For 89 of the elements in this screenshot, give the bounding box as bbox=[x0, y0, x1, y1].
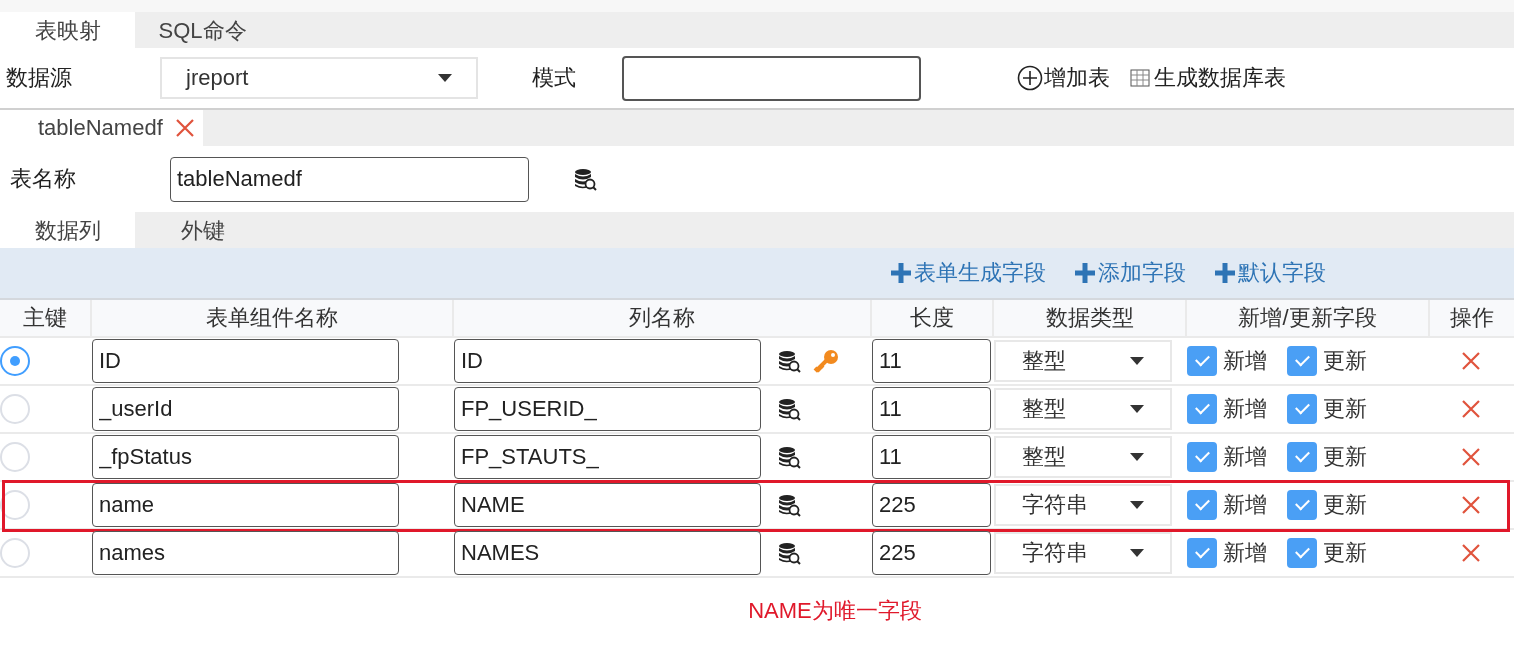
database-search-icon[interactable] bbox=[777, 349, 801, 373]
checkbox[interactable] bbox=[1287, 346, 1317, 376]
column-header: 表单组件名称 bbox=[90, 300, 452, 336]
checkbox[interactable] bbox=[1287, 490, 1317, 520]
field-label: 数据源 bbox=[5, 64, 73, 92]
table-name-field[interactable]: tableNamedf bbox=[170, 156, 529, 202]
column-name-field[interactable]: FP_STAUTS_ bbox=[454, 435, 761, 479]
caret-icon bbox=[1130, 453, 1144, 461]
caret-icon bbox=[438, 74, 452, 82]
delete-icon[interactable] bbox=[1461, 543, 1481, 563]
column-header: 操作 bbox=[1428, 300, 1514, 336]
caret-icon bbox=[1130, 549, 1144, 557]
checkbox[interactable] bbox=[1187, 538, 1217, 568]
plus-icon bbox=[1214, 262, 1236, 284]
plus-icon bbox=[890, 262, 912, 284]
close-icon[interactable] bbox=[174, 118, 195, 138]
checkbox[interactable] bbox=[1187, 442, 1217, 472]
form-name-field[interactable]: _userId bbox=[92, 387, 399, 431]
database-search-icon[interactable] bbox=[777, 541, 801, 565]
tab[interactable]: 表映射 bbox=[0, 12, 135, 48]
checkbox-label[interactable]: 新增 bbox=[1223, 442, 1267, 472]
checkbox-label[interactable]: 新增 bbox=[1223, 394, 1267, 424]
column-name-field[interactable]: NAME bbox=[454, 483, 761, 527]
length-field[interactable]: 11 bbox=[872, 387, 991, 431]
column-name-field[interactable]: NAMES bbox=[454, 531, 761, 575]
add-field-button[interactable]: 默认字段 bbox=[1214, 258, 1326, 288]
form-name-field[interactable]: name bbox=[92, 483, 399, 527]
type-dropdown[interactable]: 整型 bbox=[994, 436, 1172, 478]
delete-icon[interactable] bbox=[1461, 447, 1481, 467]
length-field[interactable]: 11 bbox=[872, 435, 991, 479]
field-label: 表名称 bbox=[9, 165, 77, 193]
checkbox-label[interactable]: 新增 bbox=[1223, 538, 1267, 568]
tab-label[interactable]: tableNamedf bbox=[38, 115, 163, 141]
checkbox-label[interactable]: 新增 bbox=[1223, 490, 1267, 520]
checkbox[interactable] bbox=[1287, 442, 1317, 472]
checkbox-label[interactable]: 更新 bbox=[1323, 346, 1367, 376]
tab[interactable]: SQL命令 bbox=[135, 12, 270, 48]
length-field[interactable]: 225 bbox=[872, 483, 991, 527]
database-search-icon[interactable] bbox=[777, 445, 801, 469]
mode-field[interactable] bbox=[622, 55, 921, 101]
type-dropdown[interactable]: 整型 bbox=[994, 388, 1172, 430]
column-header: 长度 bbox=[870, 300, 992, 336]
caret-icon bbox=[1130, 357, 1144, 365]
checkbox[interactable] bbox=[1287, 538, 1317, 568]
column-name-field[interactable]: FP_USERID_ bbox=[454, 387, 761, 431]
add-field-button[interactable]: 表单生成字段 bbox=[890, 258, 1046, 288]
plus-icon bbox=[1074, 262, 1096, 284]
tab[interactable]: 数据列 bbox=[0, 212, 135, 248]
checkbox-label[interactable]: 更新 bbox=[1323, 442, 1367, 472]
grid-icon bbox=[1130, 68, 1150, 88]
database-search-icon[interactable] bbox=[573, 167, 597, 191]
annotation-text: NAME为唯一字段 bbox=[748, 597, 922, 625]
database-search-icon[interactable] bbox=[777, 493, 801, 517]
form-name-field[interactable]: _fpStatus bbox=[92, 435, 399, 479]
type-dropdown[interactable]: 字符串 bbox=[994, 532, 1172, 574]
table-tab[interactable]: tableNamedf bbox=[0, 110, 203, 146]
checkbox[interactable] bbox=[1187, 346, 1217, 376]
caret-icon bbox=[1130, 405, 1144, 413]
length-field[interactable]: 225 bbox=[872, 531, 991, 575]
delete-icon[interactable] bbox=[1461, 399, 1481, 419]
length-field[interactable]: 11 bbox=[872, 339, 991, 383]
database-search-icon[interactable] bbox=[777, 397, 801, 421]
column-name-field[interactable]: ID bbox=[454, 339, 761, 383]
checkbox-label[interactable]: 新增 bbox=[1223, 346, 1267, 376]
column-header: 数据类型 bbox=[992, 300, 1185, 336]
plus-circle-icon bbox=[1017, 65, 1043, 91]
column-header: 新增/更新字段 bbox=[1185, 300, 1428, 336]
add-field-button[interactable]: 添加字段 bbox=[1074, 258, 1186, 288]
add-table-button[interactable]: 增加表 bbox=[1017, 63, 1110, 93]
form-name-field[interactable]: ID bbox=[92, 339, 399, 383]
radio-button[interactable] bbox=[0, 346, 30, 376]
type-dropdown[interactable]: 字符串 bbox=[994, 484, 1172, 526]
checkbox[interactable] bbox=[1187, 394, 1217, 424]
type-dropdown[interactable]: 整型 bbox=[994, 340, 1172, 382]
generate-table-button[interactable]: 生成数据库表 bbox=[1130, 63, 1286, 93]
tab[interactable]: 外键 bbox=[135, 212, 270, 248]
datasource-dropdown[interactable]: jreport bbox=[160, 57, 478, 99]
column-header: 主键 bbox=[22, 304, 68, 332]
form-name-field[interactable]: names bbox=[92, 531, 399, 575]
delete-icon[interactable] bbox=[1461, 351, 1481, 371]
field-label: 模式 bbox=[531, 64, 577, 92]
delete-icon[interactable] bbox=[1461, 495, 1481, 515]
checkbox-label[interactable]: 更新 bbox=[1323, 538, 1367, 568]
checkbox-label[interactable]: 更新 bbox=[1323, 490, 1367, 520]
checkbox[interactable] bbox=[1187, 490, 1217, 520]
checkbox-label[interactable]: 更新 bbox=[1323, 394, 1367, 424]
caret-icon bbox=[1130, 501, 1144, 509]
checkbox[interactable] bbox=[1287, 394, 1317, 424]
column-header: 列名称 bbox=[452, 300, 870, 336]
